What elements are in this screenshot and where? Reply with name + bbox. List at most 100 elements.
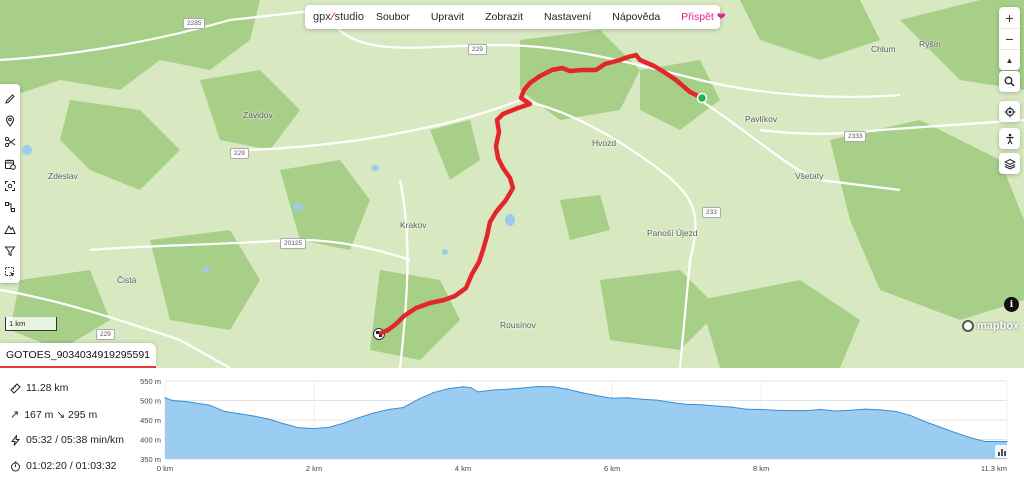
elevation-point — [417, 398, 419, 400]
elevation-point — [209, 404, 211, 406]
speed-stat: 05:32 / 05:38 min/km — [10, 434, 124, 446]
app-logo[interactable]: gpx ⁄ studio — [313, 11, 364, 23]
compass-button[interactable]: ▲ — [999, 49, 1020, 70]
elevation-area — [165, 386, 1007, 459]
filter-icon[interactable] — [0, 240, 20, 262]
elevation-point — [536, 385, 539, 388]
ascent-icon: ↗ — [10, 409, 20, 421]
search-control — [999, 71, 1020, 92]
tool-toolbar — [0, 84, 20, 283]
elevation-point — [492, 389, 494, 391]
mapbox-logo-icon — [962, 320, 974, 332]
elevation-point — [775, 409, 777, 411]
scan-icon[interactable] — [0, 175, 20, 197]
y-tick-label: 450 m — [140, 416, 161, 425]
track-start-point[interactable] — [696, 92, 708, 104]
zoom-out-button[interactable]: − — [999, 28, 1020, 49]
elevation-point — [596, 395, 598, 397]
elevation-point — [984, 440, 986, 443]
elevation-point — [462, 386, 464, 388]
menu-settings[interactable]: Nastavení — [544, 11, 591, 23]
elevation-point — [551, 386, 554, 388]
elevation-point — [469, 387, 472, 389]
gpx-studio-app: Chlum Ryšín Zavidov Pavlíkov Hvozd Všeta… — [0, 0, 1024, 483]
logo-text-gpx: gpx — [313, 11, 331, 23]
elevation-point — [313, 427, 315, 430]
mapbox-wordmark: mapbox — [977, 320, 1020, 332]
attribution-info-icon[interactable]: i — [1004, 297, 1019, 312]
map-scale-bar: 1 km — [5, 317, 57, 331]
layers-icon[interactable] — [999, 153, 1020, 174]
track-statistics: 11.28 km ↗ 167 m ↘ 295 m 05:32 / 05:38 m… — [0, 372, 155, 483]
y-tick-label: 350 m — [140, 455, 161, 464]
y-tick-label: 400 m — [140, 436, 161, 445]
elevation-point — [447, 388, 449, 390]
layers-control — [999, 153, 1020, 174]
elevation-value: 167 m ↘ 295 m — [24, 408, 98, 421]
elevation-point — [373, 412, 375, 414]
elevation-point — [864, 408, 867, 410]
track-file-tab[interactable]: GOTOES_9034034919295591 — [0, 343, 157, 368]
zoom-in-button[interactable]: + — [999, 7, 1020, 28]
distance-value: 11.28 km — [26, 382, 69, 394]
elevation-point — [283, 423, 285, 425]
menu-file[interactable]: Soubor — [376, 11, 410, 23]
elevation-point — [671, 401, 673, 404]
mountain-icon[interactable] — [0, 218, 20, 240]
elevation-chart: 550 m 500 m 450 m 400 m 350 m0 km 2 km 4 km 6 k… — [140, 377, 1008, 473]
menu-help[interactable]: Nápověda — [612, 11, 660, 23]
street-view-control — [999, 128, 1020, 149]
logo-slash-icon: ⁄ — [331, 11, 334, 23]
calendar-clock-icon[interactable] — [0, 153, 20, 175]
scissors-icon[interactable] — [0, 131, 20, 153]
pin-icon[interactable] — [0, 110, 20, 132]
elevation-point — [879, 409, 881, 411]
elevation-point — [1006, 440, 1008, 443]
select-area-icon[interactable] — [0, 261, 20, 283]
chart-options-icon[interactable] — [995, 445, 1008, 458]
elevation-point — [894, 410, 896, 413]
person-icon[interactable] — [999, 128, 1020, 149]
elevation-point — [343, 422, 345, 424]
elevation-point — [790, 410, 792, 412]
elevation-point — [849, 409, 852, 411]
bolt-icon — [11, 434, 21, 446]
menu-view[interactable]: Zobrazit — [485, 11, 523, 23]
support-label: Přispět — [681, 11, 714, 23]
elevation-point — [186, 401, 188, 403]
elevation-point — [581, 392, 583, 394]
speed-value: 05:32 / 05:38 min/km — [26, 434, 125, 446]
locate-icon[interactable] — [999, 101, 1020, 122]
pencil-icon[interactable] — [0, 88, 20, 110]
elevation-point — [253, 415, 256, 417]
elevation-point — [358, 417, 360, 419]
y-tick-label: 550 m — [140, 377, 161, 386]
elevation-point — [685, 403, 688, 405]
compass-icon: ▲ — [1005, 55, 1014, 65]
map-view[interactable]: Chlum Ryšín Zavidov Pavlíkov Hvozd Všeta… — [0, 0, 1024, 368]
elevation-point — [611, 397, 613, 399]
mapbox-logo: mapbox — [962, 320, 1019, 332]
search-icon[interactable] — [999, 71, 1020, 92]
elevation-point — [268, 418, 270, 420]
x-tick-label: 8 km — [753, 464, 769, 473]
elevation-point — [745, 408, 747, 410]
top-menu-bar: gpx ⁄ studio Soubor Upravit Zobrazit Nas… — [305, 5, 726, 29]
elevation-point — [656, 399, 658, 401]
elevation-point — [820, 408, 822, 411]
elevation-profile[interactable]: 550 m 500 m 450 m 400 m 350 m0 km 2 km 4 km 6 k… — [135, 372, 1024, 483]
elevation-point — [566, 388, 568, 390]
elevation-point — [641, 398, 643, 400]
elevation-point — [626, 397, 628, 399]
elevation-point — [760, 408, 762, 411]
elevation-point — [715, 405, 717, 407]
heart-icon: ❤ — [716, 11, 726, 23]
elevation-point — [164, 397, 166, 399]
duration-stat: 01:02:20 / 01:03:32 — [10, 460, 117, 472]
elevation-point — [909, 414, 911, 416]
route-nodes-icon[interactable] — [0, 196, 20, 218]
x-tick-label: 6 km — [604, 464, 620, 473]
menu-edit[interactable]: Upravit — [431, 11, 464, 23]
elevation-point — [969, 436, 971, 439]
menu-support[interactable]: Přispět ❤ — [681, 11, 726, 23]
